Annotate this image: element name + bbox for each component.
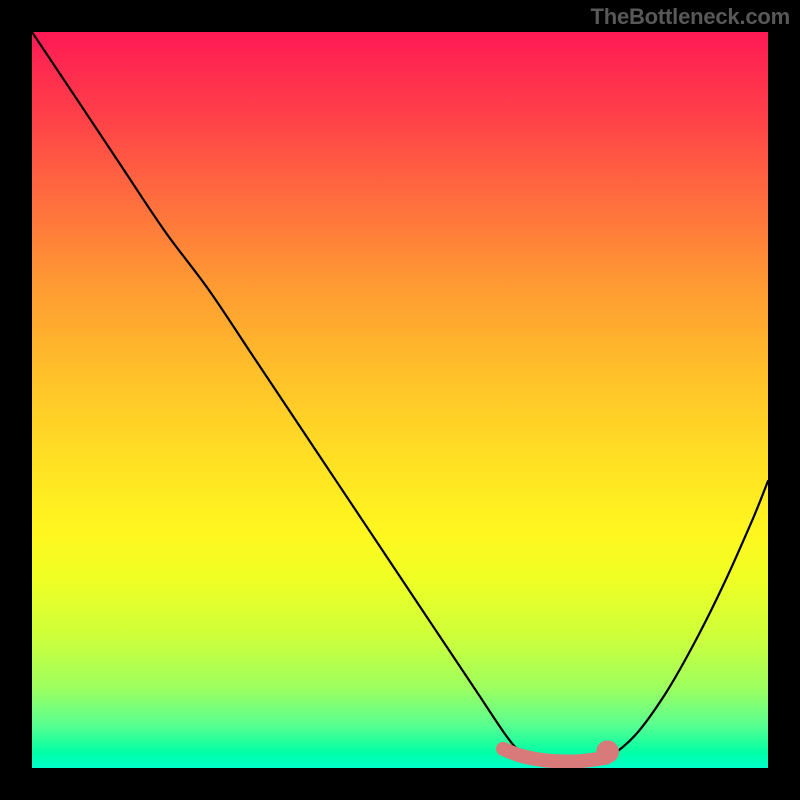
optimal-marker <box>596 740 619 763</box>
bottleneck-curve <box>32 32 768 763</box>
watermark-label: TheBottleneck.com <box>590 4 790 30</box>
chart-canvas: TheBottleneck.com <box>0 0 800 800</box>
plot-area <box>32 32 768 768</box>
optimal-region <box>503 749 606 762</box>
chart-svg <box>32 32 768 768</box>
